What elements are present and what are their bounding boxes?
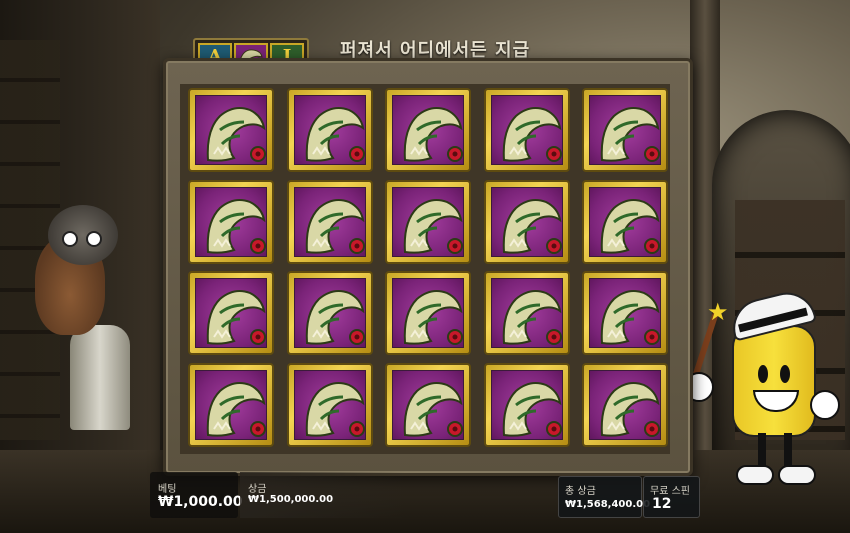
crocodile-icon: [502, 198, 562, 254]
crocodile-icon: [206, 198, 266, 254]
symbol-background: [293, 369, 366, 440]
crocodile-icon: [403, 198, 463, 254]
symbol-cell: [582, 362, 668, 447]
symbol-background: [589, 369, 661, 440]
symbol-cell: [188, 271, 274, 355]
shoe-icon: [778, 465, 816, 485]
total-win-value: ₩1,568,400.00: [565, 499, 651, 510]
crocodile-icon: [600, 290, 660, 345]
reel-area: [180, 84, 670, 454]
symbol-cell: [385, 179, 471, 264]
crocodile-icon: [502, 290, 562, 345]
star-icon: ★: [707, 298, 729, 326]
symbol-cell: [286, 88, 373, 172]
crocodile-icon: [403, 107, 463, 162]
owl-eye: [86, 231, 102, 247]
win-panel: 상금 ₩1,500,000.00: [240, 472, 405, 518]
symbol-cell: [286, 362, 373, 447]
free-spins-panel: 무료 스핀 12: [643, 476, 700, 518]
crocodile-icon: [600, 107, 660, 162]
marble-bust: [70, 325, 130, 430]
crocodile-icon: [305, 198, 365, 254]
symbol-cell: [286, 271, 373, 355]
bet-label: 베팅: [158, 484, 177, 495]
owl-head: [48, 205, 118, 265]
symbol-background: [490, 95, 563, 165]
mascot-body: [732, 325, 816, 437]
crocodile-icon: [502, 107, 562, 162]
mascot-eye: [780, 365, 790, 383]
symbol-cell: [483, 88, 570, 172]
bet-panel[interactable]: 베팅 ₩1,000.00: [150, 472, 243, 518]
crocodile-icon: [305, 107, 365, 162]
owl-eye: [62, 231, 78, 247]
crocodile-icon: [600, 198, 660, 254]
symbol-cell: [188, 88, 274, 172]
symbol-background: [392, 186, 464, 257]
symbol-background: [490, 369, 563, 440]
crocodile-icon: [206, 107, 266, 162]
total-win-label: 총 상금: [565, 486, 596, 497]
symbol-cell: [582, 271, 668, 355]
free-spins-label: 무료 스핀: [650, 486, 690, 497]
symbol-background: [392, 278, 464, 348]
symbol-cell: [385, 271, 471, 355]
symbol-background: [490, 278, 563, 348]
symbol-cell: [188, 362, 274, 447]
symbol-background: [392, 95, 464, 165]
symbol-cell: [385, 88, 471, 172]
owl-character: [30, 205, 140, 435]
symbol-cell: [582, 179, 668, 264]
crocodile-icon: [502, 381, 562, 437]
symbol-background: [589, 95, 661, 165]
symbol-cell: [483, 271, 570, 355]
glove-icon: [810, 390, 840, 420]
symbol-cell: [286, 179, 373, 264]
shoe-icon: [736, 465, 774, 485]
crocodile-icon: [403, 381, 463, 437]
crocodile-icon: [305, 290, 365, 345]
symbol-cell: [385, 362, 471, 447]
crocodile-icon: [206, 381, 266, 437]
win-value: ₩1,500,000.00: [248, 494, 334, 505]
free-spins-value: 12: [652, 496, 672, 512]
symbol-cell: [483, 362, 570, 447]
crocodile-icon: [305, 381, 365, 437]
symbol-cell: [483, 179, 570, 264]
symbol-cell: [188, 179, 274, 264]
symbol-background: [490, 186, 563, 257]
symbol-background: [195, 278, 267, 348]
symbol-background: [392, 369, 464, 440]
symbol-background: [195, 369, 267, 440]
symbol-background: [195, 186, 267, 257]
symbol-cell: [582, 88, 668, 172]
crocodile-icon: [206, 290, 266, 345]
symbol-background: [589, 186, 661, 257]
bet-value: ₩1,000.00: [158, 494, 243, 510]
mascot-eye: [758, 365, 768, 383]
total-win-panel: 총 상금 ₩1,568,400.00: [558, 476, 650, 518]
symbol-background: [293, 186, 366, 257]
symbol-background: [293, 278, 366, 348]
symbol-background: [589, 278, 661, 348]
symbol-background: [195, 95, 267, 165]
symbol-background: [293, 95, 366, 165]
mascot-character: ★ ✦ ✦ ✦ ✦: [630, 270, 840, 490]
crocodile-icon: [600, 381, 660, 437]
crocodile-icon: [403, 290, 463, 345]
win-label: 상금: [248, 484, 267, 495]
